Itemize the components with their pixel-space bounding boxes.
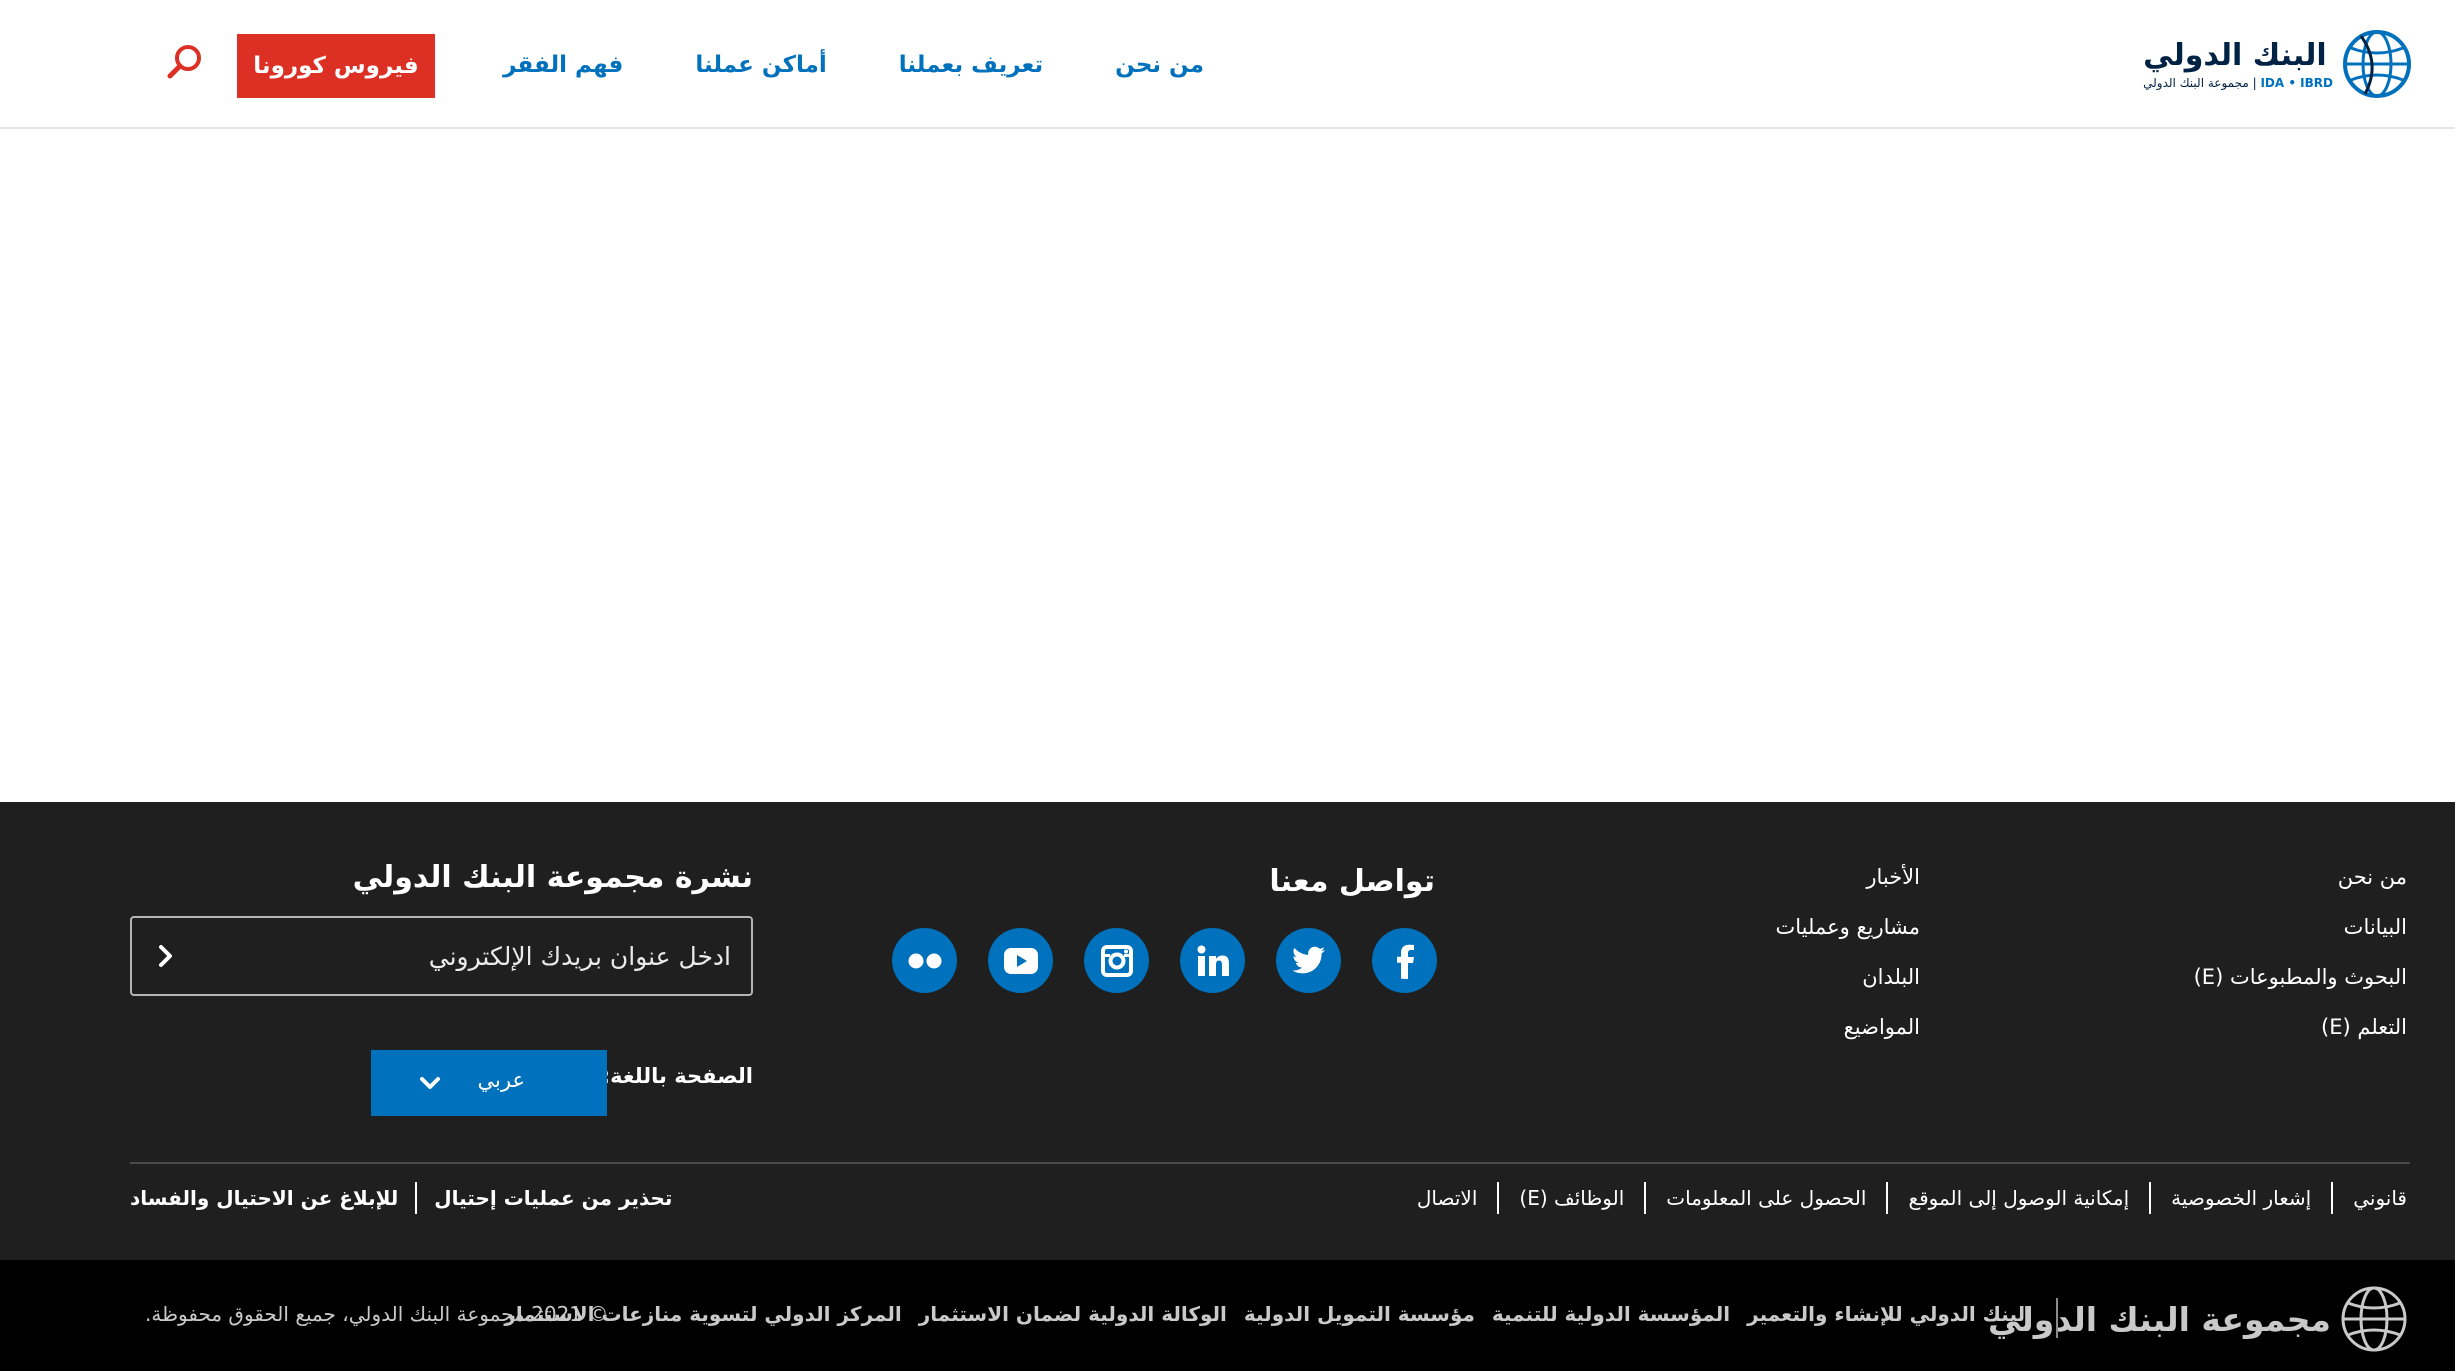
flickr-icon[interactable] <box>892 928 957 993</box>
world-bank-logo[interactable]: البنك الدولي مجموعة البنك الدولي | IDA •… <box>2143 24 2413 104</box>
chevron-right-icon[interactable] <box>146 936 186 976</box>
footer-link-projects[interactable]: مشاريع وعمليات <box>1620 912 1921 942</box>
footer-links-column-2: الأخبار مشاريع وعمليات البلدان المواضيع <box>1620 862 1921 1042</box>
separator <box>2056 1298 2058 1338</box>
copyright-text: © 2021 مجموعة البنك الدولي، جميع الحقوق … <box>145 1302 609 1326</box>
logo-subtitle: مجموعة البنك الدولي | IDA • IBRD <box>2143 76 2333 90</box>
footer-link-scam-alert[interactable]: تحذير من عمليات إحتيال <box>417 1186 689 1210</box>
logo-text: البنك الدولي مجموعة البنك الدولي | IDA •… <box>2143 37 2333 91</box>
wbg-name: مجموعة البنك الدولي <box>1988 1299 2331 1339</box>
globe-icon <box>2343 30 2411 98</box>
facebook-icon[interactable] <box>1372 928 1437 993</box>
sub-footer: مجموعة البنك الدولي البنك الدولي للإنشاء… <box>0 1260 2455 1371</box>
social-links <box>892 928 1437 993</box>
footer-link-who-we-are[interactable]: من نحن <box>2107 862 2407 892</box>
footer-link-privacy[interactable]: إشعار الخصوصية <box>2151 1186 2331 1210</box>
newsletter-heading: نشرة مجموعة البنك الدولي <box>352 860 753 895</box>
newsletter-form <box>130 916 753 996</box>
institution-links: البنك الدولي للإنشاء والتعمير المؤسسة ال… <box>504 1302 2032 1326</box>
footer-link-legal[interactable]: قانوني <box>2333 1186 2407 1210</box>
footer-links-column-1: من نحن البيانات البحوث والمطبوعات (E) ال… <box>2107 862 2407 1042</box>
nav-item-understanding-poverty[interactable]: فهم الفقر <box>467 52 659 78</box>
logo-ida-ibrd: IDA • IBRD <box>2260 76 2333 90</box>
footer-link-learning[interactable]: التعلم (E) <box>2107 1012 2407 1042</box>
footer-link-news[interactable]: الأخبار <box>1620 862 1920 892</box>
wbg-logo[interactable]: مجموعة البنك الدولي <box>1988 1284 2409 1354</box>
institution-link-ifc[interactable]: مؤسسة التمويل الدولية <box>1244 1302 1475 1326</box>
logo-title: البنك الدولي <box>2143 38 2327 73</box>
globe-icon <box>2341 1286 2407 1352</box>
institution-link-ida[interactable]: المؤسسة الدولية للتنمية <box>1492 1302 1730 1326</box>
footer-link-jobs[interactable]: الوظائف (E) <box>1499 1186 1644 1210</box>
language-select[interactable]: عربي <box>371 1050 607 1116</box>
institution-link-ibrd[interactable]: البنك الدولي للإنشاء والتعمير <box>1747 1302 2032 1326</box>
separator <box>2331 1182 2334 1214</box>
email-input[interactable] <box>211 918 731 994</box>
nav-item-what-we-do[interactable]: تعريف بعملنا <box>863 52 1079 78</box>
instagram-icon[interactable] <box>1084 928 1149 993</box>
follow-us-heading: تواصل معنا <box>1269 864 1435 899</box>
linkedin-icon[interactable] <box>1180 928 1245 993</box>
logo-group-name: مجموعة البنك الدولي <box>2143 76 2249 90</box>
footer-link-countries[interactable]: البلدان <box>1620 962 1920 992</box>
site-footer: من نحن البيانات البحوث والمطبوعات (E) ال… <box>0 802 2455 1260</box>
footer-link-contact[interactable]: الاتصال <box>1397 1186 1498 1210</box>
chevron-down-icon <box>420 1077 440 1089</box>
footer-link-report-fraud[interactable]: للإبلاغ عن الاحتيال والفساد <box>130 1186 415 1210</box>
separator <box>1886 1182 1889 1214</box>
footer-legal-links: قانوني إشعار الخصوصية إمكانية الوصول إلى… <box>1397 1180 2407 1216</box>
institution-link-miga[interactable]: الوكالة الدولية لضمان الاستثمار <box>919 1302 1227 1326</box>
footer-link-topics[interactable]: المواضيع <box>1620 1012 1920 1042</box>
separator <box>1497 1182 1500 1214</box>
search-icon[interactable] <box>165 42 205 82</box>
twitter-icon[interactable] <box>1276 928 1341 993</box>
site-header: البنك الدولي مجموعة البنك الدولي | IDA •… <box>0 0 2455 129</box>
separator <box>415 1182 418 1214</box>
main-content <box>0 129 2455 802</box>
footer-fraud-links: للإبلاغ عن الاحتيال والفساد تحذير من عمل… <box>130 1180 689 1216</box>
footer-link-research[interactable]: البحوث والمطبوعات (E) <box>2107 962 2407 992</box>
footer-link-access-info[interactable]: الحصول على المعلومات <box>1646 1186 1886 1210</box>
separator <box>1644 1182 1647 1214</box>
coronavirus-button[interactable]: فيروس كورونا <box>237 34 435 98</box>
footer-link-data[interactable]: البيانات <box>2107 912 2407 942</box>
language-value: عربي <box>477 1068 525 1092</box>
youtube-icon[interactable] <box>988 928 1053 993</box>
footer-divider <box>130 1162 2410 1164</box>
separator <box>2149 1182 2152 1214</box>
nav-item-who-we-are[interactable]: من نحن <box>1079 52 1240 78</box>
footer-link-accessibility[interactable]: إمكانية الوصول إلى الموقع <box>1888 1186 2149 1210</box>
nav-item-where-we-work[interactable]: أماكن عملنا <box>659 52 862 78</box>
